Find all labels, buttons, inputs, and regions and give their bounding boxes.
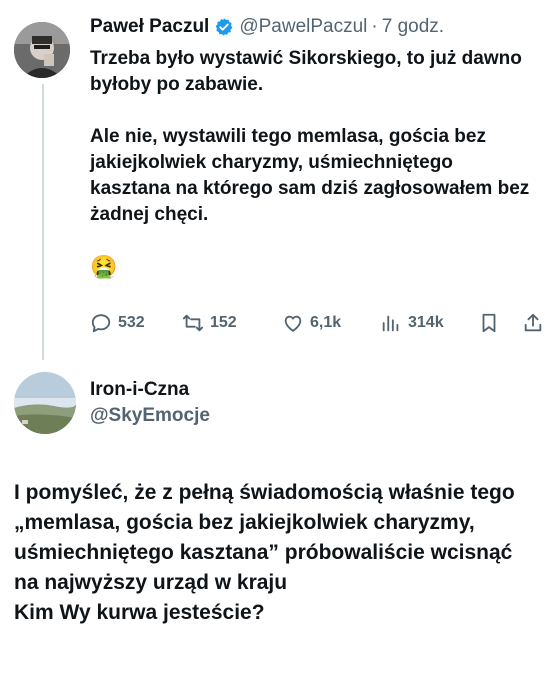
retweet-icon (182, 314, 204, 332)
thread-line (42, 84, 44, 360)
reply-author: Iron-i-Czna @SkyEmocje (0, 360, 545, 460)
reply-avatar[interactable] (14, 372, 76, 434)
reply-author-name[interactable]: Iron-i-Czna (90, 378, 189, 402)
retweet-count: 152 (210, 314, 237, 331)
tweet-time[interactable]: 7 godz. (382, 14, 444, 40)
bookmark-button[interactable] (478, 312, 506, 334)
verified-badge-icon (216, 18, 233, 36)
tweet-text: Trzeba było wystawić Sikorskiego, to już… (90, 46, 538, 228)
author-avatar[interactable] (14, 22, 70, 78)
like-count: 6,1k (310, 314, 342, 331)
reply-count: 532 (118, 314, 145, 331)
views-button[interactable]: 314k (380, 312, 444, 334)
tweet-paragraph-1: Trzeba było wystawić Sikorskiego, to już… (90, 48, 522, 95)
reply-button[interactable]: 532 (90, 312, 145, 334)
like-icon (284, 315, 302, 332)
tweet-paragraph-2: Ale nie, wystawili tego memlasa, gościa … (90, 126, 530, 225)
bookmark-icon (482, 313, 496, 333)
reply-paragraph-2: Kim Wy kurwa jesteście? (14, 601, 265, 624)
share-icon (524, 313, 542, 332)
reply-icon (91, 314, 111, 333)
tweet-actions: 532 152 6,1k 314k (90, 308, 542, 338)
author-name[interactable]: Paweł Paczul (90, 14, 209, 40)
reply-paragraph-1: I pomyśleć, że z pełną świadomością właś… (14, 481, 515, 594)
views-icon (382, 315, 399, 332)
reply-author-handle[interactable]: @SkyEmocje (90, 404, 210, 428)
share-button[interactable] (522, 312, 545, 334)
landscape-avatar-photo (14, 372, 76, 434)
reply-text: I pomyśleć, że z pełną świadomością właś… (14, 478, 539, 628)
time-separator: · (371, 16, 378, 37)
like-button[interactable]: 6,1k (282, 312, 341, 334)
tweet-body: Paweł Paczul @PawelPaczul · 7 godz. Trze… (90, 14, 538, 280)
vomit-emoji: 🤮 (90, 254, 118, 279)
retweet-button[interactable]: 152 (182, 312, 237, 334)
avatar-photo (14, 22, 70, 78)
tweet-header: Paweł Paczul @PawelPaczul · 7 godz. (90, 14, 538, 40)
author-handle[interactable]: @PawelPaczul (239, 14, 367, 40)
quoted-tweet: Paweł Paczul @PawelPaczul · 7 godz. Trze… (0, 0, 545, 360)
view-count: 314k (408, 314, 444, 331)
